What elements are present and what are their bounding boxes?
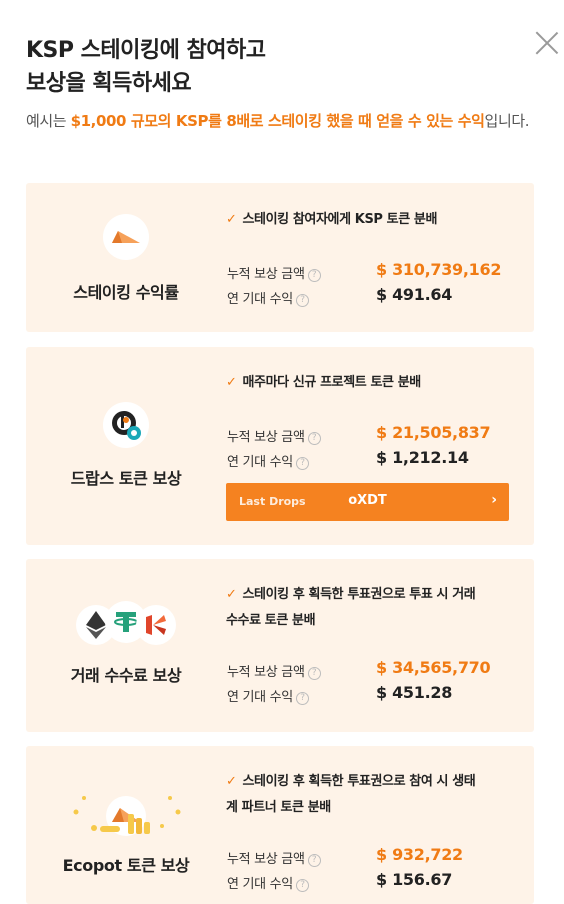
annual-value: $ 1,212.14 [376, 448, 469, 467]
check-icon: ✓ [226, 587, 237, 602]
card-title: Ecopot 토큰 보상 [62, 856, 190, 875]
reward-card-ecopot: Ecopot 토큰 보상 ✓ 스테이킹 후 획득한 투표권으로 참여 시 생태 계… [26, 746, 534, 904]
help-icon[interactable]: ? [295, 692, 309, 705]
annual-label: 연 기대 수익? [227, 686, 309, 705]
help-icon[interactable]: ? [307, 269, 321, 282]
card-description: ✓ 매주마다 신규 프로젝트 토큰 분배 [226, 375, 421, 390]
klay-icon [136, 605, 176, 645]
ecopot-coins-icon [73, 796, 181, 836]
help-icon[interactable]: ? [307, 854, 321, 867]
drops-token-icon [103, 402, 149, 448]
close-button[interactable] [534, 30, 560, 56]
annual-value: $ 156.67 [376, 870, 453, 889]
annual-label: 연 기대 수익? [227, 451, 309, 470]
accumulated-label: 누적 보상 금액? [227, 848, 321, 867]
accumulated-label: 누적 보상 금액? [227, 661, 321, 680]
check-icon: ✓ [226, 375, 237, 390]
annual-value: $ 491.64 [376, 285, 453, 304]
example-amount: $1,000 규모의 KSP를 8배로 스테이킹 했을 때 얻을 수 있는 수익 [70, 112, 485, 130]
chevron-right-icon: › [491, 492, 497, 508]
card-description: ✓ 스테이킹 후 획득한 투표권으로 참여 시 생태 계 파트너 토큰 분배 [226, 774, 476, 815]
accumulated-label: 누적 보상 금액? [227, 263, 321, 282]
card-title: 드랍스 토큰 보상 [70, 469, 182, 488]
accumulated-value: $ 310,739,162 [376, 260, 502, 279]
annual-value: $ 451.28 [376, 683, 453, 702]
reward-card-trading-fees: 거래 수수료 보상 ✓ 스테이킹 후 획득한 투표권으로 투표 시 거래 수수료 … [26, 559, 534, 732]
accumulated-value: $ 932,722 [376, 845, 463, 864]
annual-label: 연 기대 수익? [227, 873, 309, 892]
help-icon[interactable]: ? [295, 294, 309, 307]
card-description: ✓ 스테이킹 후 획득한 투표권으로 투표 시 거래 수수료 토큰 분배 [226, 587, 476, 628]
last-drops-button[interactable]: Last Drops oXDT › [226, 483, 509, 521]
annual-label: 연 기대 수익? [227, 288, 309, 307]
modal-title: KSP 스테이킹에 참여하고 보상을 획득하세요 [26, 38, 266, 96]
reward-card-drops: 드랍스 토큰 보상 ✓ 매주마다 신규 프로젝트 토큰 분배 누적 보상 금액? … [26, 347, 534, 545]
card-description: ✓ 스테이킹 참여자에게 KSP 토큰 분배 [226, 212, 438, 227]
check-icon: ✓ [226, 212, 237, 227]
help-icon[interactable]: ? [307, 432, 321, 445]
accumulated-value: $ 21,505,837 [376, 423, 491, 442]
modal-subtitle: 예시는 $1,000 규모의 KSP를 8배로 스테이킹 했을 때 얻을 수 있… [26, 112, 530, 130]
drop-token-name: oXDT [348, 493, 387, 508]
help-icon[interactable]: ? [295, 879, 309, 892]
accumulated-value: $ 34,565,770 [376, 658, 491, 677]
reward-card-staking-yield: 스테이킹 수익률 ✓ 스테이킹 참여자에게 KSP 토큰 분배 누적 보상 금액?… [26, 183, 534, 332]
card-title: 스테이킹 수익률 [73, 283, 179, 302]
accumulated-label: 누적 보상 금액? [227, 426, 321, 445]
check-icon: ✓ [226, 774, 237, 789]
help-icon[interactable]: ? [295, 457, 309, 470]
help-icon[interactable]: ? [307, 667, 321, 680]
card-title: 거래 수수료 보상 [70, 666, 182, 685]
ksp-triangle-icon [103, 214, 149, 260]
